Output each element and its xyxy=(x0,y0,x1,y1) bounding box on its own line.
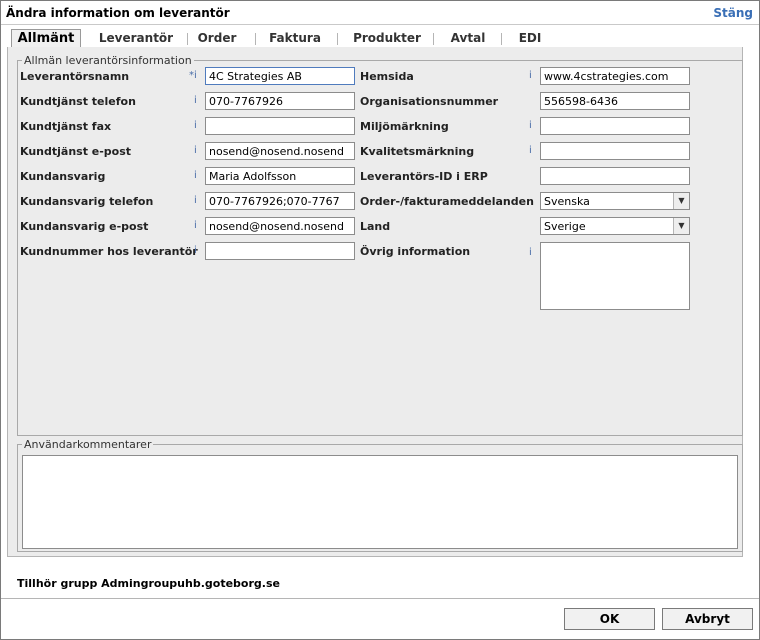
cs-email-input[interactable]: nosend@nosend.nosend xyxy=(205,142,355,160)
info-icon[interactable]: i xyxy=(194,95,197,106)
am-email-input[interactable]: nosend@nosend.nosend xyxy=(205,217,355,235)
tab-general[interactable]: Allmänt xyxy=(11,29,81,49)
supplier-name-input[interactable]: 4C Strategies AB xyxy=(205,67,355,85)
edit-supplier-dialog: Ändra information om leverantör Stäng Al… xyxy=(0,0,760,640)
tab-strip: Allmänt Leverantör Order Faktura Produkt… xyxy=(7,29,743,49)
am-phone-input[interactable]: 070-7767926;070-7767 xyxy=(205,192,355,210)
cs-fax-input[interactable] xyxy=(205,117,355,135)
country-value: Sverige xyxy=(544,220,586,233)
org-number-input[interactable]: 556598-6436 xyxy=(540,92,690,110)
cs-email-label: Kundtjänst e-post xyxy=(20,145,132,158)
tab-order[interactable]: Order xyxy=(193,31,241,48)
info-icon[interactable]: i xyxy=(194,120,197,131)
quality-label-input[interactable] xyxy=(540,142,690,160)
info-icon[interactable]: i xyxy=(529,247,532,258)
info-icon[interactable]: i xyxy=(194,145,197,156)
tab-edi[interactable]: EDI xyxy=(511,31,549,48)
country-label: Land xyxy=(360,220,391,233)
user-comments-legend: Användarkommentarer xyxy=(22,438,154,451)
cs-phone-label: Kundtjänst telefon xyxy=(20,95,136,108)
other-info-textarea[interactable] xyxy=(540,242,690,310)
chevron-down-icon[interactable]: ▼ xyxy=(673,193,689,209)
org-number-label: Organisationsnummer xyxy=(360,95,499,108)
account-manager-input[interactable]: Maria Adolfsson xyxy=(205,167,355,185)
info-icon[interactable]: i xyxy=(529,145,532,156)
eco-label-label: Miljömärkning xyxy=(360,120,449,133)
customer-number-label: Kundnummer hos leverantör xyxy=(20,245,198,258)
close-link[interactable]: Stäng xyxy=(713,6,753,20)
info-icon[interactable]: i xyxy=(194,245,197,256)
required-info-icon[interactable]: *i xyxy=(189,70,197,81)
am-phone-label: Kundansvarig telefon xyxy=(20,195,154,208)
info-icon[interactable]: i xyxy=(194,195,197,206)
website-input[interactable]: www.4cstrategies.com xyxy=(540,67,690,85)
user-comments-fieldset: Användarkommentarer xyxy=(17,438,743,552)
title-bar: Ändra information om leverantör Stäng xyxy=(1,1,759,25)
other-info-label: Övrig information xyxy=(360,245,471,258)
info-icon[interactable]: i xyxy=(529,120,532,131)
account-manager-label: Kundansvarig xyxy=(20,170,106,183)
cs-phone-input[interactable]: 070-7767926 xyxy=(205,92,355,110)
website-label: Hemsida xyxy=(360,70,414,83)
tab-supplier[interactable]: Leverantör xyxy=(95,31,177,48)
chevron-down-icon[interactable]: ▼ xyxy=(673,218,689,234)
cancel-button[interactable]: Avbryt xyxy=(662,608,753,630)
quality-label-label: Kvalitetsmärkning xyxy=(360,145,475,158)
message-language-select[interactable]: Svenska ▼ xyxy=(540,192,690,210)
tab-invoice[interactable]: Faktura xyxy=(263,31,327,48)
am-email-label: Kundansvarig e-post xyxy=(20,220,149,233)
erp-id-input[interactable] xyxy=(540,167,690,185)
country-select[interactable]: Sverige ▼ xyxy=(540,217,690,235)
cs-fax-label: Kundtjänst fax xyxy=(20,120,112,133)
customer-number-input[interactable] xyxy=(205,242,355,260)
eco-label-input[interactable] xyxy=(540,117,690,135)
dialog-title: Ändra information om leverantör xyxy=(6,6,230,20)
user-comments-textarea[interactable] xyxy=(22,455,738,549)
tab-contracts[interactable]: Avtal xyxy=(445,31,491,48)
erp-id-label: Leverantörs-ID i ERP xyxy=(360,170,488,183)
footer-divider xyxy=(1,598,759,599)
group-membership: Tillhör grupp Admingroupuhb.goteborg.se xyxy=(17,577,280,590)
info-icon[interactable]: i xyxy=(529,70,532,81)
info-icon[interactable]: i xyxy=(194,220,197,231)
ok-button[interactable]: OK xyxy=(564,608,655,630)
message-language-value: Svenska xyxy=(544,195,590,208)
general-info-legend: Allmän leverantörsinformation xyxy=(22,54,194,67)
message-language-label: Order-/fakturameddelanden xyxy=(360,195,534,208)
tab-products[interactable]: Produkter xyxy=(347,31,427,48)
supplier-name-label: Leverantörsnamn xyxy=(20,70,130,83)
info-icon[interactable]: i xyxy=(194,170,197,181)
